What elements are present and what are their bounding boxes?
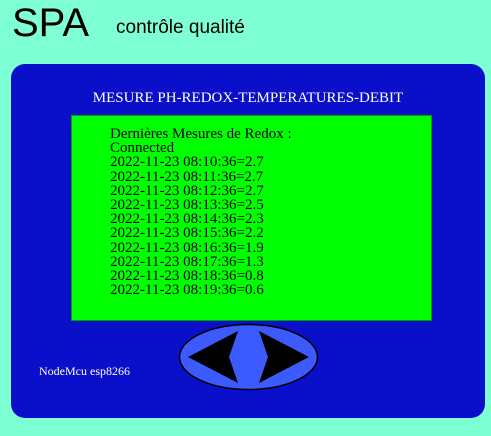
reading-line: 2022-11-23 08:14:36=2.3 (110, 211, 264, 228)
page-header: SPA contrôle qualité (0, 0, 491, 60)
display-text: Dernières Mesures de Redox : Connected 2… (110, 126, 292, 299)
reading-line: 2022-11-23 08:15:36=2.2 (110, 225, 264, 242)
reading-line: 2022-11-23 08:16:36=1.9 (110, 239, 264, 256)
nav-control[interactable] (178, 323, 319, 391)
display-heading: Dernières Mesures de Redox : (110, 126, 292, 142)
reading-line: 2022-11-23 08:11:36=2.7 (110, 168, 264, 185)
reading-line: 2022-11-23 08:10:36=2.7 (110, 154, 264, 171)
reading-line: 2022-11-23 08:18:36=0.8 (110, 268, 264, 285)
main-panel: MESURE PH-REDOX-TEMPERATURES-DEBIT Derni… (11, 64, 485, 418)
app-title: SPA (12, 1, 90, 45)
nav-control-graphic (178, 323, 319, 391)
reading-line: 2022-11-23 08:13:36=2.5 (110, 197, 264, 214)
panel-title: MESURE PH-REDOX-TEMPERATURES-DEBIT (92, 90, 404, 106)
measurement-display: Dernières Mesures de Redox : Connected 2… (71, 115, 432, 321)
reading-line: 2022-11-23 08:19:36=0.6 (110, 282, 264, 299)
device-label: NodeMcu esp8266 (39, 364, 130, 378)
app-subtitle: contrôle qualité (116, 17, 245, 38)
reading-line: 2022-11-23 08:17:36=1.3 (110, 253, 264, 270)
reading-line: 2022-11-23 08:12:36=2.7 (110, 182, 264, 199)
connection-status: Connected (110, 140, 175, 157)
